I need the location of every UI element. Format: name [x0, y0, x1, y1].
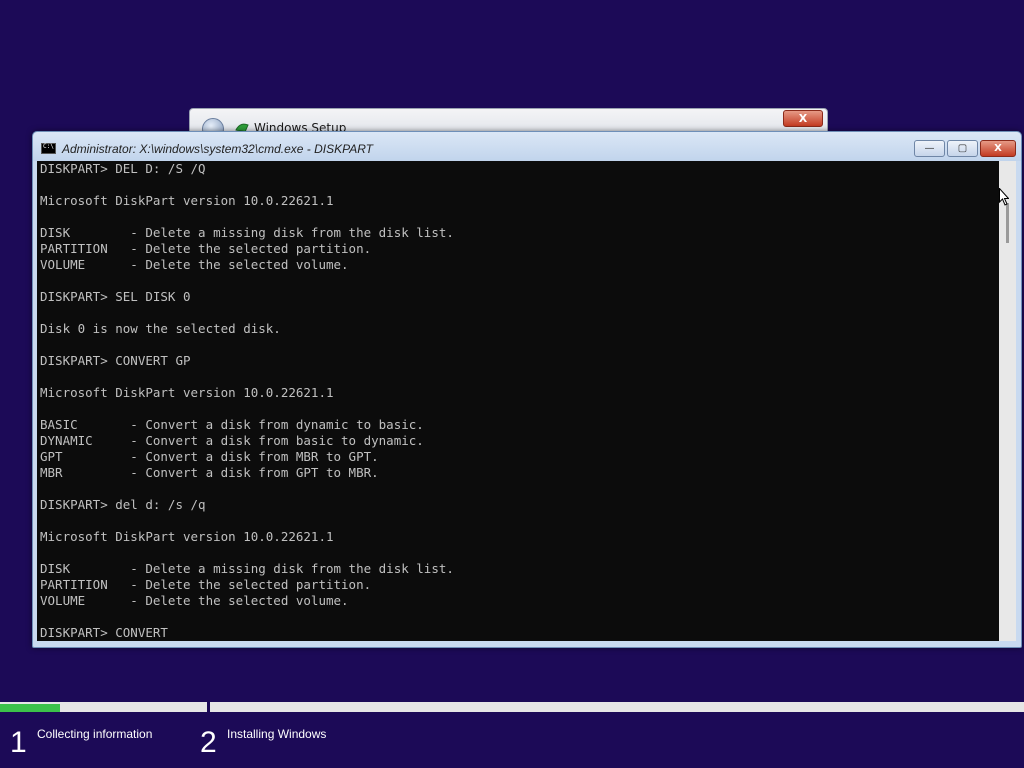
console-line: DISKPART> del d: /s /q: [40, 497, 206, 512]
setup-progress-bar: [0, 702, 1024, 714]
close-button[interactable]: X: [980, 140, 1016, 157]
console-line: DYNAMIC - Convert a disk from basic to d…: [40, 433, 424, 448]
step-number: 2: [200, 726, 217, 759]
console-line: VOLUME - Delete the selected volume.: [40, 257, 349, 272]
cmd-window-title: Administrator: X:\windows\system32\cmd.e…: [62, 142, 373, 156]
progress-segment-collecting: [0, 702, 207, 712]
progress-divider: [207, 702, 210, 714]
console-line: DISKPART> SEL DISK 0: [40, 289, 191, 304]
console-line: VOLUME - Delete the selected volume.: [40, 593, 349, 608]
scroll-thumb[interactable]: [1006, 203, 1009, 243]
minimize-button[interactable]: —: [914, 140, 945, 157]
step-number: 1: [10, 726, 27, 759]
console-line: DISKPART> CONVERT: [40, 625, 168, 640]
maximize-button[interactable]: ▢: [947, 140, 978, 157]
console-line: BASIC - Convert a disk from dynamic to b…: [40, 417, 424, 432]
console-line: Microsoft DiskPart version 10.0.22621.1: [40, 385, 334, 400]
step-label: Collecting information: [37, 727, 153, 741]
console-line: DISK - Delete a missing disk from the di…: [40, 225, 454, 240]
cmd-window: Administrator: X:\windows\system32\cmd.e…: [32, 131, 1022, 648]
mouse-cursor-icon: [999, 188, 1009, 206]
console-line: Microsoft DiskPart version 10.0.22621.1: [40, 529, 334, 544]
console-line: Disk 0 is now the selected disk.: [40, 321, 281, 336]
cmd-titlebar[interactable]: Administrator: X:\windows\system32\cmd.e…: [33, 132, 1021, 161]
console-line: DISKPART> DEL D: /S /Q: [40, 161, 206, 176]
console-line: PARTITION - Delete the selected partitio…: [40, 577, 372, 592]
console-line: MBR - Convert a disk from GPT to MBR.: [40, 465, 379, 480]
console-line: GPT - Convert a disk from MBR to GPT.: [40, 449, 379, 464]
console-line: PARTITION - Delete the selected partitio…: [40, 241, 372, 256]
cmd-icon: [41, 143, 56, 154]
console-output[interactable]: DISKPART> DEL D: /S /Q Microsoft DiskPart…: [37, 161, 999, 641]
console-line: DISK - Delete a missing disk from the di…: [40, 561, 454, 576]
progress-fill: [0, 704, 60, 712]
setup-close-button[interactable]: X: [783, 110, 823, 127]
console-line: DISKPART> CONVERT GP: [40, 353, 191, 368]
step-label: Installing Windows: [227, 727, 327, 741]
console-line: Microsoft DiskPart version 10.0.22621.1: [40, 193, 334, 208]
desktop-background: Windows Setup X Administrator: X:\window…: [0, 0, 1024, 768]
vertical-scrollbar[interactable]: [999, 161, 1016, 641]
